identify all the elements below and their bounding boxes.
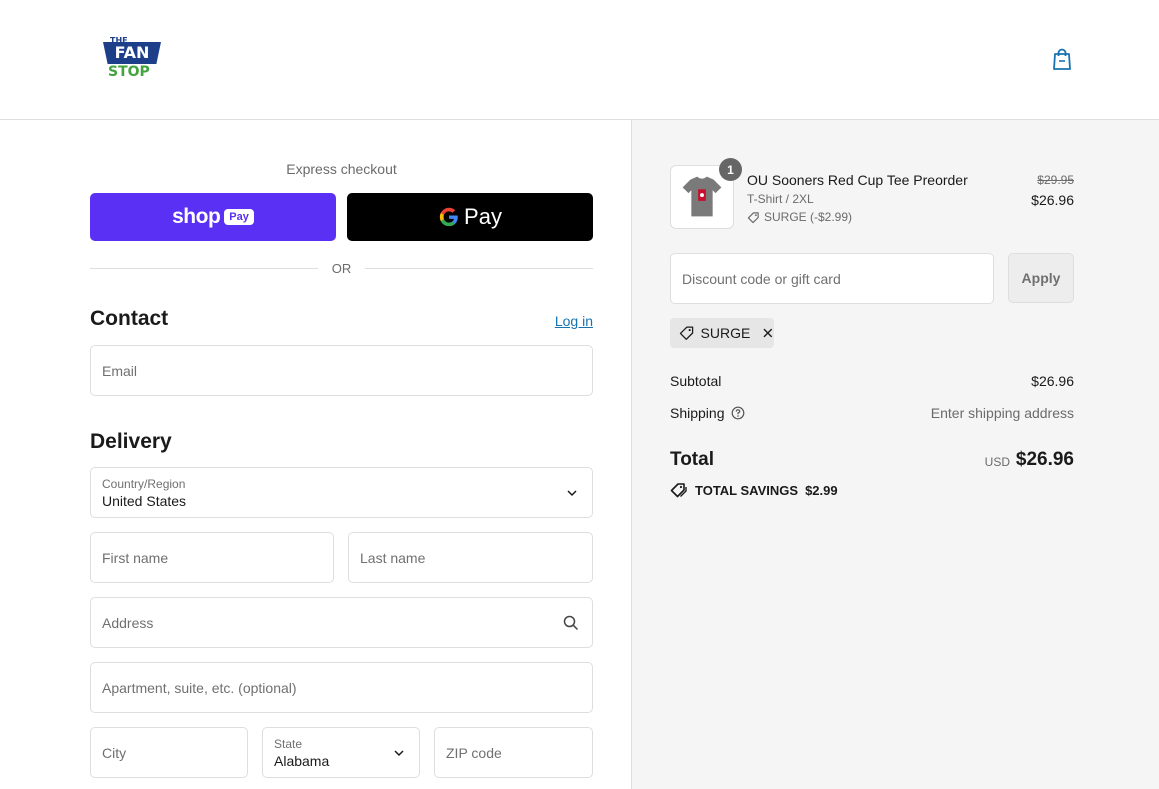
shipping-row: Shipping xyxy=(670,405,745,421)
currency-code: USD xyxy=(984,455,1010,469)
city-placeholder: City xyxy=(102,744,127,761)
logo-text-main: FAN xyxy=(114,43,150,62)
google-pay-label: Pay xyxy=(464,204,502,229)
address-placeholder: Address xyxy=(102,614,154,631)
tag-icon xyxy=(747,211,759,223)
subtotal-value: $26.96 xyxy=(1031,373,1074,389)
chevron-down-icon xyxy=(567,489,577,496)
discount-chip-label: SURGE xyxy=(700,325,751,341)
discount-chip: SURGE xyxy=(670,318,774,348)
address-field[interactable]: Address xyxy=(90,597,593,648)
the-fan-stop-logo[interactable]: THE FAN STOP xyxy=(103,34,161,82)
or-divider-text: OR xyxy=(331,261,352,276)
first-name-placeholder: First name xyxy=(102,549,169,566)
product-name: OU Sooners Red Cup Tee Preorder xyxy=(747,172,968,188)
shop-pay-wordmark: shop xyxy=(172,205,221,228)
discount-placeholder: Discount code or gift card xyxy=(682,270,841,287)
state-label: State xyxy=(274,737,303,751)
subtotal-label: Subtotal xyxy=(670,373,722,389)
shop-pay-pill: Pay xyxy=(224,209,254,225)
log-in-link[interactable]: Log in xyxy=(540,313,593,329)
apartment-field[interactable]: Apartment, suite, etc. (optional) xyxy=(90,662,593,713)
product-discount: SURGE (-$2.99) xyxy=(747,210,852,224)
apartment-placeholder: Apartment, suite, etc. (optional) xyxy=(102,679,297,696)
product-original-price: $29.95 xyxy=(1037,173,1074,187)
subtotal-row: Subtotal xyxy=(670,373,721,389)
savings-label: TOTAL SAVINGS xyxy=(695,482,799,498)
divider-right xyxy=(365,268,593,269)
country-value: United States xyxy=(102,493,187,509)
product-variant: T-Shirt / 2XL xyxy=(747,192,814,206)
express-checkout-title: Express checkout xyxy=(286,161,397,177)
shipping-value: Enter shipping address xyxy=(930,405,1074,421)
state-select[interactable]: State Alabama xyxy=(262,727,420,778)
question-circle-icon[interactable] xyxy=(731,406,745,420)
shop-pay-button[interactable]: shop Pay xyxy=(90,193,336,241)
product-price: $26.96 xyxy=(1031,192,1074,208)
total-amount: $26.96 xyxy=(1015,449,1074,470)
zip-code-placeholder: ZIP code xyxy=(446,744,502,761)
last-name-field[interactable]: Last name xyxy=(348,532,593,583)
tag-icon xyxy=(670,483,687,498)
state-value: Alabama xyxy=(274,753,330,769)
tag-icon xyxy=(679,326,694,340)
shopping-bag-icon[interactable] xyxy=(1051,47,1073,71)
city-field[interactable]: City xyxy=(90,727,248,778)
search-icon xyxy=(563,615,579,630)
google-pay-button[interactable]: Pay xyxy=(347,193,593,241)
header: THE FAN STOP xyxy=(0,0,1159,120)
email-field[interactable]: Email xyxy=(90,345,593,396)
email-placeholder: Email xyxy=(102,362,138,379)
quantity-badge: 1 xyxy=(719,158,742,181)
close-icon[interactable] xyxy=(762,327,774,339)
google-g-icon xyxy=(439,207,458,227)
delivery-title: Delivery xyxy=(90,430,172,453)
discount-code-input[interactable]: Discount code or gift card xyxy=(670,253,994,304)
total-label: Total xyxy=(670,449,714,470)
savings-value: $2.99 xyxy=(805,482,838,498)
last-name-placeholder: Last name xyxy=(360,549,426,566)
country-select[interactable]: Country/Region United States xyxy=(90,467,593,518)
divider-left xyxy=(90,268,318,269)
contact-title: Contact xyxy=(90,307,169,330)
total-savings: TOTAL SAVINGS $2.99 xyxy=(670,482,838,498)
first-name-field[interactable]: First name xyxy=(90,532,334,583)
logo-text-bottom: STOP xyxy=(108,64,150,80)
country-label: Country/Region xyxy=(102,477,186,491)
zip-code-field[interactable]: ZIP code xyxy=(434,727,593,778)
shipping-label: Shipping xyxy=(670,405,725,421)
apply-button[interactable]: Apply xyxy=(1008,253,1074,303)
product-discount-text: SURGE (-$2.99) xyxy=(764,210,853,224)
chevron-down-icon xyxy=(394,749,404,756)
